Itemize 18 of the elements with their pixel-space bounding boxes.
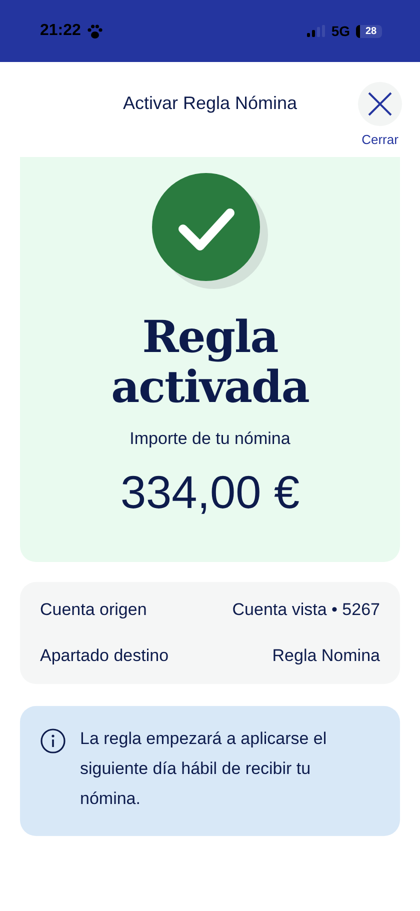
info-text: La regla empezará a aplicarse el siguiente día hábil de recibir tu nómina.	[80, 728, 328, 810]
amount-value: 334,00 €	[120, 465, 300, 519]
amount-label: Importe de tu nómina	[130, 429, 290, 449]
detail-value: Regla Nomina	[272, 646, 380, 666]
result-title: Regla activada	[110, 313, 310, 413]
info-icon	[40, 728, 66, 754]
detail-label: Apartado destino	[40, 646, 169, 666]
status-time: 21:22	[40, 22, 81, 40]
battery-icon: 28	[356, 24, 382, 38]
screen-title: Activar Regla Nómina	[122, 93, 298, 114]
paw-icon	[86, 24, 103, 38]
signal-icon	[307, 25, 326, 37]
detail-label: Cuenta origen	[40, 600, 147, 620]
close-label[interactable]: Cerrar	[362, 132, 398, 147]
network-label: 5G	[331, 23, 350, 39]
close-button[interactable]	[358, 82, 402, 126]
close-icon	[367, 91, 393, 117]
detail-value: Cuenta vista • 5267	[232, 600, 380, 620]
